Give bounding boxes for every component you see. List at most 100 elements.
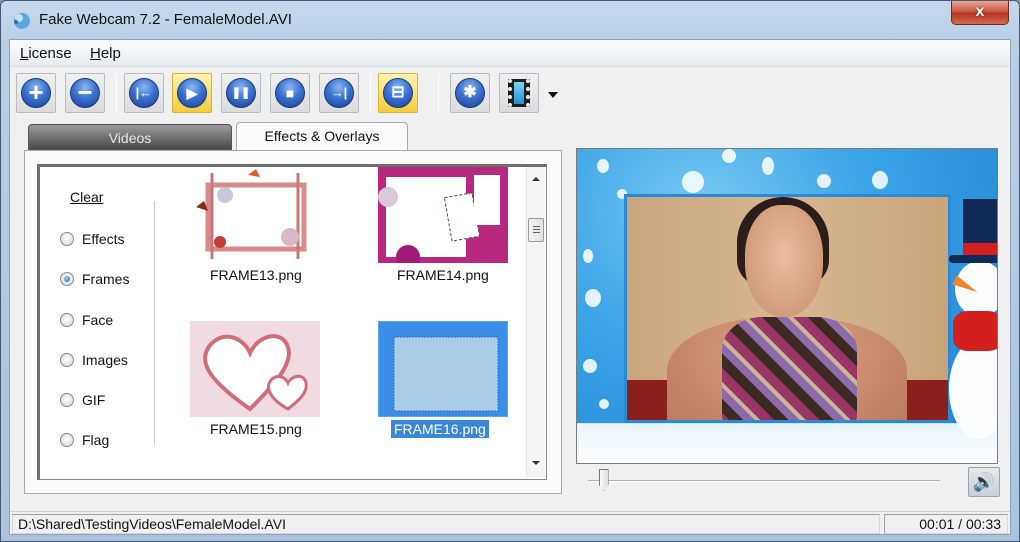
- settings-icon: ✱: [455, 78, 485, 108]
- snowflake: [722, 149, 736, 163]
- pause-icon: ❚❚: [226, 78, 256, 108]
- film-icon: [508, 79, 530, 107]
- volume-button[interactable]: 🔊: [968, 467, 1000, 497]
- radio-button[interactable]: [60, 272, 74, 286]
- add-button[interactable]: +: [16, 73, 56, 113]
- client-area: License Help + − |← ▶ ❚❚ ■ →| ⊟ ✱ Videos…: [9, 39, 1011, 535]
- clear-link[interactable]: Clear: [70, 189, 103, 205]
- effects-listbox: Clear Effects Frames Face Images GIF Fla…: [37, 164, 547, 480]
- snowflake: [599, 399, 609, 409]
- scroll-down-icon[interactable]: [532, 461, 540, 465]
- previous-icon: |←: [129, 78, 159, 108]
- fit-icon: ⊟: [383, 78, 413, 108]
- snowflake: [583, 359, 597, 373]
- webcam-video: [627, 197, 948, 420]
- radio-button[interactable]: [60, 433, 74, 447]
- frame16-thumbnail[interactable]: [378, 321, 508, 417]
- frame14-label[interactable]: FRAME14.png: [394, 266, 492, 284]
- seek-slider[interactable]: [588, 480, 940, 482]
- grip-line: [533, 226, 540, 227]
- radio-label: Frames: [82, 271, 130, 287]
- video-source-button[interactable]: [499, 73, 539, 113]
- snow-ground: [577, 423, 997, 463]
- frame16-label[interactable]: FRAME16.png: [391, 420, 489, 438]
- frame13-label[interactable]: FRAME13.png: [207, 266, 305, 284]
- snowman-hat: [963, 199, 997, 243]
- next-icon: →|: [324, 78, 354, 108]
- frame14-thumbnail[interactable]: [378, 167, 508, 263]
- radio-label: Images: [82, 352, 128, 368]
- status-playback-time: 00:01 / 00:33: [884, 514, 1008, 534]
- toolbar-separator: [116, 74, 117, 112]
- previous-button[interactable]: |←: [124, 73, 164, 113]
- add-icon: +: [21, 78, 51, 108]
- speaker-icon: 🔊: [972, 472, 996, 492]
- settings-button[interactable]: ✱: [450, 73, 490, 113]
- seek-area: 🔊: [576, 464, 1000, 498]
- status-file-path: D:\Shared\TestingVideos\FemaleModel.AVI: [12, 514, 880, 534]
- remove-button[interactable]: −: [65, 73, 105, 113]
- radio-label: Flag: [82, 432, 110, 448]
- radio-button[interactable]: [60, 232, 74, 246]
- menu-help-accel: H: [90, 45, 101, 62]
- app-window: Fake Webcam 7.2 - FemaleModel.AVI x Lice…: [0, 0, 1020, 542]
- toolbar: + − |← ▶ ❚❚ ■ →| ⊟ ✱: [10, 68, 1010, 118]
- menu-help[interactable]: Help: [90, 45, 121, 62]
- snowman-body: [949, 339, 997, 439]
- stop-icon: ■: [275, 78, 305, 108]
- play-icon: ▶: [177, 78, 207, 108]
- person-face: [745, 205, 823, 317]
- effects-tab-panel: Clear Effects Frames Face Images GIF Fla…: [24, 150, 562, 494]
- frame15-thumbnail[interactable]: [190, 321, 320, 417]
- grip-line: [533, 229, 540, 230]
- snowman: [949, 199, 997, 439]
- video-preview: [576, 148, 998, 464]
- snowflake: [872, 171, 888, 189]
- seek-slider-thumb[interactable]: [598, 469, 609, 491]
- snowflake: [817, 174, 831, 188]
- status-bar: D:\Shared\TestingVideos\FemaleModel.AVI …: [10, 511, 1010, 535]
- radio-button[interactable]: [60, 313, 74, 327]
- app-icon: [14, 13, 30, 29]
- scroll-up-icon[interactable]: [532, 177, 540, 181]
- snowman-scarf: [953, 311, 997, 351]
- toolbar-separator: [370, 74, 371, 112]
- snowflake: [583, 249, 593, 263]
- grip-line: [533, 232, 540, 233]
- radio-label: Effects: [82, 231, 125, 247]
- snowflake: [762, 157, 774, 175]
- scrollbar-thumb[interactable]: [528, 218, 544, 242]
- title-bar[interactable]: Fake Webcam 7.2 - FemaleModel.AVI x: [1, 1, 1019, 39]
- snowflake: [597, 159, 609, 173]
- snowflake: [682, 171, 704, 193]
- close-button[interactable]: x: [951, 1, 1009, 25]
- frame15-label[interactable]: FRAME15.png: [207, 420, 305, 438]
- stop-button[interactable]: ■: [270, 73, 310, 113]
- radio-button[interactable]: [60, 353, 74, 367]
- window-title: Fake Webcam 7.2 - FemaleModel.AVI: [39, 11, 292, 28]
- menu-license[interactable]: License: [20, 45, 72, 62]
- menu-license-label: icense: [28, 45, 72, 62]
- webcam-video-frame: [624, 194, 951, 423]
- toolbar-separator: [438, 74, 439, 112]
- snowman-hat-brim: [949, 255, 997, 263]
- tab-effects-overlays[interactable]: Effects & Overlays: [236, 122, 408, 152]
- pause-button[interactable]: ❚❚: [221, 73, 261, 113]
- play-button[interactable]: ▶: [172, 73, 212, 113]
- category-divider: [154, 201, 155, 445]
- radio-label: Face: [82, 312, 114, 328]
- menu-help-label: elp: [100, 45, 121, 62]
- menu-bar: License Help: [10, 40, 1010, 67]
- tab-videos[interactable]: Videos: [28, 124, 232, 150]
- vertical-scrollbar[interactable]: [526, 167, 545, 477]
- remove-icon: −: [70, 78, 100, 108]
- fit-button[interactable]: ⊟: [378, 73, 418, 113]
- radio-label: GIF: [82, 392, 106, 408]
- frame13-thumbnail[interactable]: [190, 167, 320, 263]
- snowflake: [585, 289, 601, 307]
- snowman-hat-band: [963, 243, 997, 255]
- scarf: [722, 317, 857, 420]
- dropdown-arrow-icon[interactable]: [548, 92, 558, 98]
- next-button[interactable]: →|: [319, 73, 359, 113]
- radio-button[interactable]: [60, 393, 74, 407]
